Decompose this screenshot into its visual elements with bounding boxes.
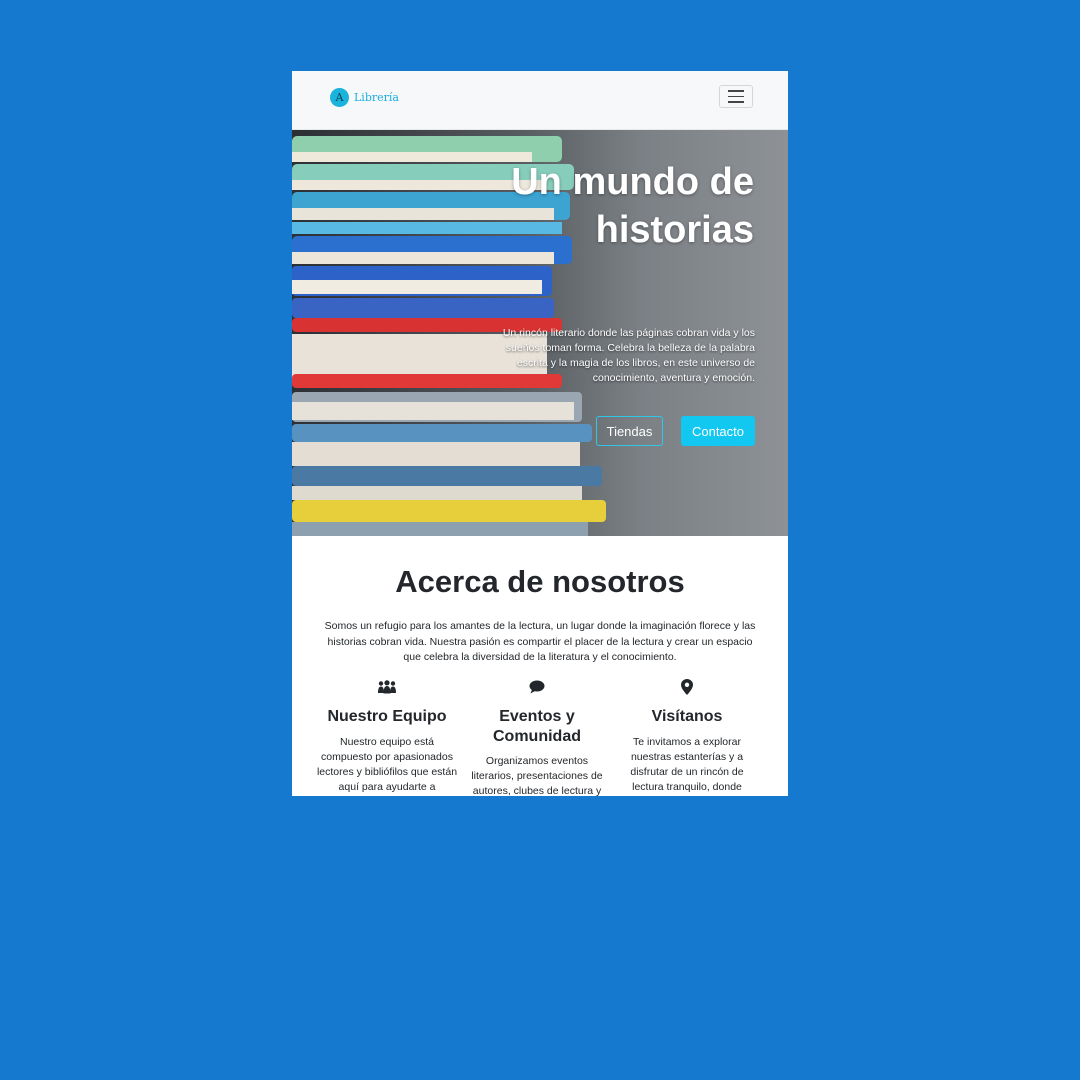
feature-title: Eventos y Comunidad [493, 708, 581, 745]
page-viewport: A Librería Un mundo de historias Un rinc… [292, 71, 788, 796]
brand-name: Librería [354, 91, 399, 104]
feature-visit: Visítanos Te invitamos a explorar nuestr… [616, 679, 758, 795]
stores-button[interactable]: Tiendas [596, 416, 663, 446]
feature-text: Nuestro equipo está compuesto por apasio… [316, 735, 458, 793]
brand-link[interactable]: A Librería [330, 88, 399, 107]
feature-title: Visítanos [651, 708, 723, 725]
speech-bubble-icon [529, 680, 545, 694]
navbar: A Librería [292, 71, 788, 130]
hero-title: Un mundo de historias [511, 161, 754, 251]
feature-text: Organizamos eventos literarios, presenta… [471, 755, 603, 796]
hamburger-menu-icon[interactable] [719, 85, 753, 108]
contact-button[interactable]: Contacto [681, 416, 755, 446]
about-description: Somos un refugio para los amantes de la … [324, 620, 756, 663]
brand-logo: A [330, 88, 349, 107]
feature-team: Nuestro Equipo Nuestro equipo está compu… [316, 679, 458, 795]
feature-events: Eventos y Comunidad Organizamos eventos … [466, 679, 608, 796]
hero-section: Un mundo de historias Un rincón literari… [292, 130, 788, 536]
feature-text: Te invitamos a explorar nuestras estante… [630, 735, 744, 793]
hero-description: Un rincón literario donde las páginas co… [502, 327, 755, 384]
map-pin-icon [681, 679, 693, 695]
about-title: Acerca de nosotros [395, 564, 685, 599]
people-group-icon [378, 680, 396, 694]
feature-title: Nuestro Equipo [327, 708, 447, 725]
